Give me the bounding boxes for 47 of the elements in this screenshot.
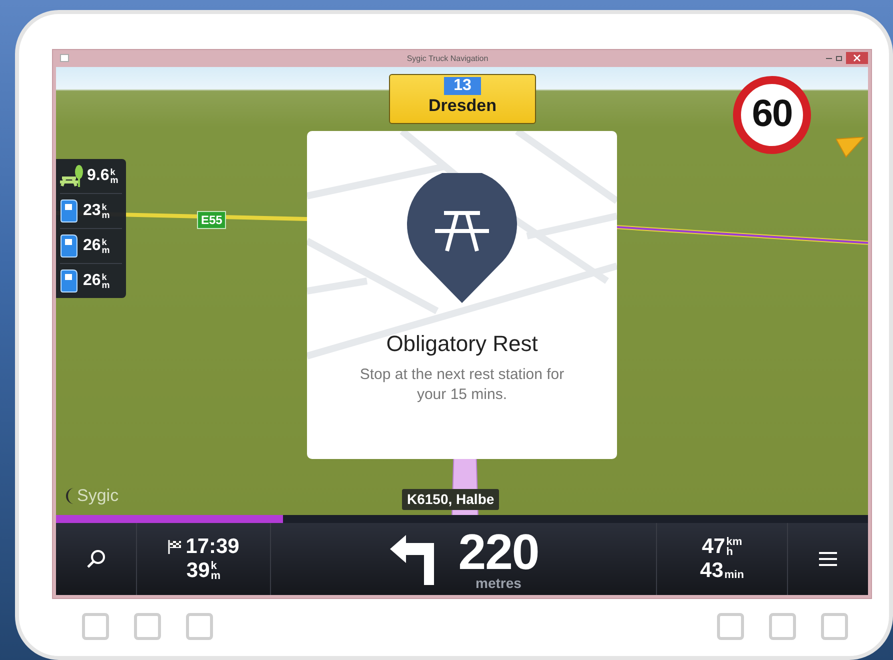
window-title: Sygic Truck Navigation — [406, 54, 490, 63]
fuel-station-icon[interactable] — [60, 234, 80, 258]
fuel-station-icon[interactable] — [60, 198, 80, 223]
unit-label: k — [102, 238, 108, 246]
unit-label: m — [102, 210, 110, 219]
arrival-time: 17:39 — [186, 535, 240, 559]
maximize-icon[interactable] — [836, 56, 842, 61]
rest-area-icon[interactable] — [60, 164, 84, 187]
unit-label: k — [102, 272, 108, 281]
minimize-icon[interactable] — [826, 58, 832, 59]
unit-label: min — [724, 569, 744, 583]
turn-distance: 220 — [458, 528, 539, 576]
dialog-message: Stop at the next rest station for your 15 mins. — [358, 364, 566, 405]
fuel-station-icon[interactable] — [60, 268, 80, 293]
unit-label: km — [726, 537, 742, 547]
destination-name: Dresden — [428, 94, 497, 117]
logo-text: Sygic — [77, 486, 119, 506]
unit-label: k — [102, 202, 108, 211]
turn-left-arrow-icon — [388, 533, 436, 585]
street-label: K6150, Halbe — [402, 488, 500, 510]
unit-label: m — [102, 246, 110, 254]
dialog-title: Obligatory Rest — [386, 330, 538, 357]
unit-label: m — [210, 571, 221, 581]
search-icon — [86, 549, 106, 569]
picnic-table-pin-icon — [407, 172, 517, 303]
unit-label: m — [110, 176, 118, 184]
distance-value: 9.6 — [87, 166, 110, 185]
distance-value: 39 — [186, 559, 210, 583]
distance-value: 26 — [83, 236, 101, 255]
unit-label: k — [110, 168, 116, 176]
direction-arrow-icon — [836, 136, 866, 159]
road-number: 13 — [444, 76, 482, 95]
menu-icon — [819, 552, 837, 566]
remaining-time: 43 — [700, 559, 724, 583]
app-icon — [60, 54, 69, 62]
unit-label: m — [102, 280, 110, 289]
distance-value: 23 — [83, 202, 101, 220]
close-button[interactable] — [846, 52, 868, 64]
distance-value: 26 — [83, 272, 101, 290]
finish-flag-icon — [168, 540, 182, 554]
road-label: E55 — [197, 210, 226, 229]
close-icon — [853, 54, 861, 62]
distance-unit: metres — [476, 576, 522, 590]
current-speed: 47 — [702, 535, 726, 559]
speed-limit-sign: 60 — [733, 76, 811, 154]
unit-label: h — [726, 547, 734, 557]
unit-label: k — [210, 561, 218, 571]
